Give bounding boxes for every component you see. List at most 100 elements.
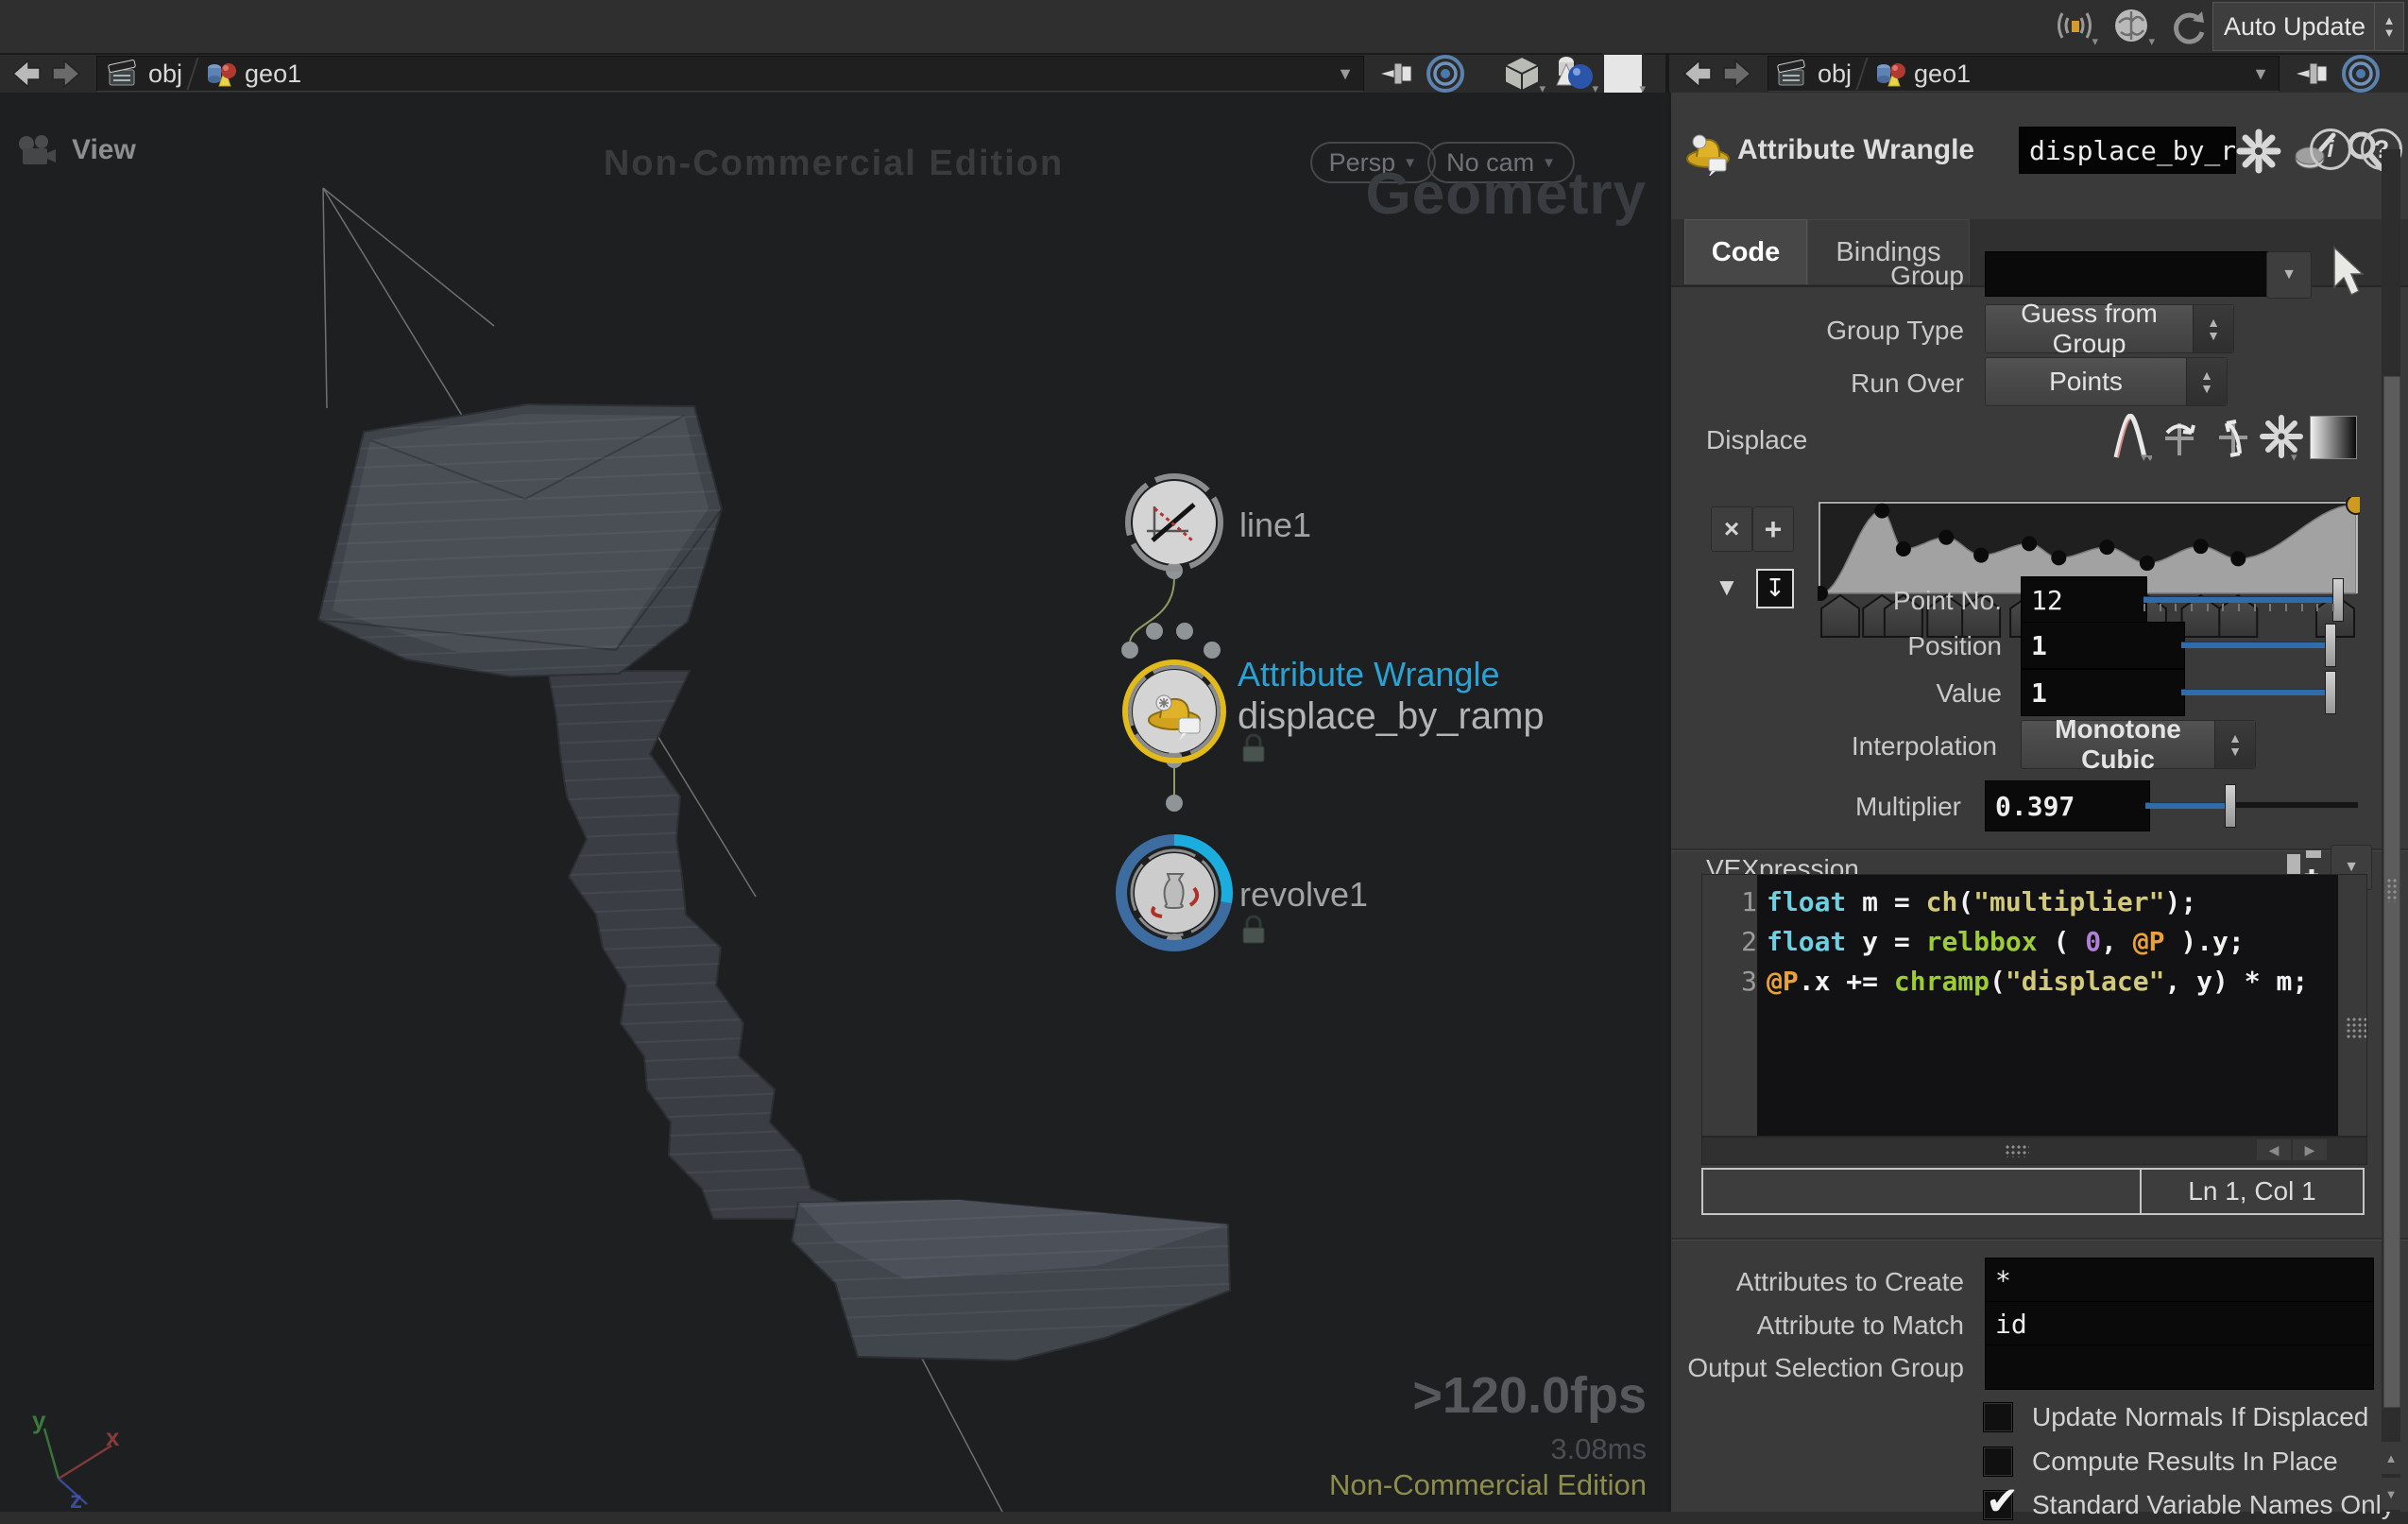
editor-resize-strip[interactable] [2338, 875, 2366, 1136]
left-path-bar: obj geo1 ▼ ▾ ▾ ▾ [0, 55, 1665, 93]
info-icon[interactable]: i [2310, 128, 2351, 170]
scroll-right-icon[interactable]: ▶ [2293, 1139, 2327, 1160]
node-displace-by-ramp[interactable] [1125, 662, 1223, 761]
refresh-icon[interactable] [2166, 4, 2210, 47]
line-numbers: 123 [1702, 875, 1757, 1136]
ramp-add-point-button[interactable]: + [1752, 506, 1794, 552]
node-type-title: Attribute Wrangle [1737, 134, 1974, 166]
scroll-up-icon[interactable]: ▲ [2382, 1442, 2400, 1474]
axis-y-label: y [32, 1406, 45, 1435]
axis-z-label: z [70, 1485, 82, 1512]
group-dropdown-button[interactable]: ▼ [2266, 251, 2312, 299]
value-slider[interactable] [2181, 671, 2334, 712]
geo-node-icon [1872, 58, 1906, 90]
ramp-delete-point-button[interactable]: × [1711, 506, 1752, 552]
value-label: Value [1728, 678, 2002, 709]
memory-brain-icon[interactable]: ▾ [2109, 4, 2153, 47]
auto-update-spinner[interactable]: ▲▼ [2374, 2, 2404, 51]
pane-scrollbar[interactable]: ▲ ▼ [2382, 149, 2400, 1512]
multiplier-field[interactable]: 0.397 [1985, 780, 2150, 831]
gear-menu-icon[interactable] [2236, 128, 2281, 174]
attrs-create-field[interactable]: * [1985, 1258, 2374, 1303]
checkbox[interactable] [1983, 1447, 2013, 1477]
shaded-mode-icon[interactable]: ▾ [1500, 53, 1544, 94]
code-area[interactable]: float m = ch("multiplier");float y = rel… [1757, 875, 2338, 1136]
attrs-create-label: Attributes to Create [1671, 1267, 1964, 1297]
network-path-field[interactable]: obj geo1 ▼ [1768, 56, 2280, 92]
axis-x-label: x [106, 1423, 119, 1452]
main-toolbar: ▾ ▾ Auto Update ▲▼ [0, 0, 2408, 55]
scroll-down-icon[interactable]: ▼ [2382, 1478, 2400, 1510]
network-path-field[interactable]: obj geo1 ▼ [96, 56, 1364, 92]
position-field[interactable]: 1 [2021, 622, 2185, 669]
obj-context-icon [1776, 59, 1808, 89]
checkbox[interactable] [1983, 1402, 2013, 1432]
path-dropdown-icon[interactable]: ▼ [1337, 64, 1354, 84]
path-context[interactable]: obj [1818, 60, 1852, 89]
checkbox-label: Compute Results In Place [2032, 1447, 2338, 1477]
revolved-geometry[interactable] [283, 376, 1247, 1361]
group-input[interactable] [1985, 251, 2273, 297]
pin-icon[interactable] [2293, 56, 2332, 92]
scene-viewport[interactable]: View Non-Commercial Edition Persp▼ No ca… [0, 93, 1667, 1512]
edition-watermark: Non-Commercial Edition [1329, 1468, 1647, 1502]
frame-time: 3.08ms [1550, 1432, 1647, 1466]
follow-target-icon[interactable] [1425, 53, 1466, 94]
interpolation-dropdown[interactable]: Monotone Cubic▲▼ [2021, 720, 2256, 769]
revolve1-label[interactable]: revolve1 [1239, 875, 1368, 915]
multiplier-slider[interactable] [2145, 784, 2358, 826]
out-group-label: Output Selection Group [1671, 1353, 1964, 1383]
position-label: Position [1728, 631, 2002, 661]
group-label: Group [1671, 261, 1964, 291]
path-context[interactable]: obj [148, 60, 182, 89]
node-line1[interactable] [1128, 476, 1221, 569]
run-over-label: Run Over [1671, 368, 1964, 399]
path-node[interactable]: geo1 [245, 60, 301, 89]
position-slider[interactable] [2181, 624, 2334, 665]
viewport-scene [0, 93, 1667, 1512]
forward-button[interactable] [49, 58, 87, 90]
run-over-dropdown[interactable]: Points▲▼ [1985, 357, 2228, 406]
attr-match-field[interactable]: id [1985, 1301, 2374, 1346]
snapshot-icon[interactable]: ▾ [1602, 53, 1644, 94]
out-group-field[interactable] [1985, 1344, 2374, 1390]
node-name-field[interactable]: displace_by_ra [2019, 127, 2236, 174]
checkbox-label: Update Normals If Displaced [2032, 1402, 2368, 1432]
parameter-pane: Attribute Wrangle displace_by_ra i ? Cod… [1667, 93, 2408, 1512]
vex-code-editor[interactable]: 123 float m = ch("multiplier");float y =… [1701, 874, 2367, 1137]
point-no-field[interactable]: 12 [2021, 576, 2147, 624]
forward-button[interactable] [1720, 58, 1758, 90]
multiplier-label: Multiplier [1671, 792, 1961, 822]
checkbox[interactable]: ✔ [1983, 1490, 2013, 1520]
wrangle-type-label[interactable]: Attribute Wrangle [1238, 655, 1499, 694]
geo-node-icon [203, 58, 237, 90]
select-arrow-icon[interactable] [2327, 246, 2365, 297]
back-button[interactable] [6, 58, 43, 90]
scroll-left-icon[interactable]: ◀ [2257, 1139, 2291, 1160]
auto-update-label: Auto Update [2224, 12, 2365, 42]
fps-counter: >120.0fps [1412, 1366, 1647, 1425]
wrangle-name-label[interactable]: displace_by_ramp [1238, 695, 1545, 738]
pane-divider[interactable] [1665, 53, 1669, 94]
editor-hscrollbar[interactable]: ◀ ▶ [1701, 1137, 2367, 1165]
group-type-dropdown[interactable]: Guess from Group▲▼ [1985, 304, 2234, 353]
path-separator [187, 58, 199, 90]
follow-target-icon[interactable] [2340, 53, 2382, 94]
value-field[interactable]: 1 [2021, 669, 2185, 716]
code-line[interactable]: @P.x += chramp("displace", y) * m; [1767, 962, 2338, 1002]
code-line[interactable]: float m = ch("multiplier"); [1767, 882, 2338, 922]
code-line[interactable]: float y = relbbox ( 0, @P ).y; [1767, 922, 2338, 962]
pin-icon[interactable] [1377, 56, 1417, 92]
cursor-position: Ln 1, Col 1 [2142, 1170, 2363, 1213]
checkbox-row: Update Normals If Displaced [1983, 1401, 2368, 1433]
node-revolve1[interactable] [1121, 840, 1227, 946]
path-node[interactable]: geo1 [1914, 60, 1971, 89]
point-no-slider[interactable] [2143, 578, 2342, 620]
select-geometry-icon[interactable]: ▾ [1549, 53, 1597, 94]
auto-update-dropdown[interactable]: Auto Update [2212, 2, 2376, 51]
right-path-bar: obj geo1 ▼ [1671, 55, 2408, 93]
path-dropdown-icon[interactable]: ▼ [2252, 64, 2269, 84]
back-button[interactable] [1677, 58, 1715, 90]
network-activity-icon[interactable]: ▾ [2053, 4, 2096, 47]
line1-label[interactable]: line1 [1239, 505, 1311, 545]
